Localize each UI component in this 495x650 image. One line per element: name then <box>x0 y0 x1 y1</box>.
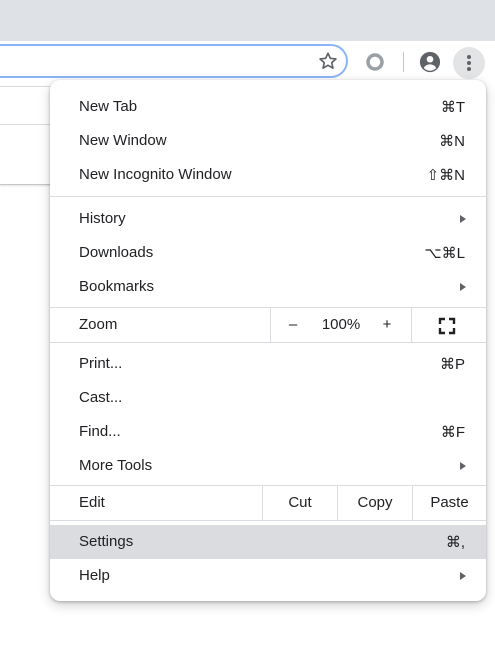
menu-item-label: New Tab <box>79 98 138 115</box>
zoom-in-button[interactable]: + <box>379 316 395 333</box>
zoom-label: Zoom <box>79 316 118 333</box>
page-content-background <box>0 86 52 185</box>
menu-item-print[interactable]: Print... ⌘P <box>50 347 486 381</box>
chrome-app-menu: New Tab ⌘T New Window ⌘N New Incognito W… <box>50 80 486 601</box>
submenu-arrow-icon <box>460 462 466 470</box>
menu-divider <box>50 342 486 343</box>
copy-button[interactable]: Copy <box>338 494 412 511</box>
menu-item-label: Settings <box>79 533 134 550</box>
menu-item-help[interactable]: Help <box>50 559 486 593</box>
menu-item-label: New Window <box>79 132 167 149</box>
menu-item-more-tools[interactable]: More Tools <box>50 449 486 483</box>
title-bar <box>0 0 495 41</box>
menu-item-shortcut: ⌘F <box>440 424 465 441</box>
menu-divider <box>50 196 486 197</box>
menu-item-label: More Tools <box>79 457 153 474</box>
account-circle-icon[interactable] <box>419 51 441 73</box>
menu-item-new-window[interactable]: New Window ⌘N <box>50 124 486 158</box>
menu-item-bookmarks[interactable]: Bookmarks <box>50 270 486 304</box>
zoom-out-button[interactable]: – <box>286 316 300 333</box>
menu-item-shortcut: ⇧⌘N <box>426 167 465 184</box>
menu-item-new-tab[interactable]: New Tab ⌘T <box>50 90 486 124</box>
menu-item-label: History <box>79 210 126 227</box>
menu-item-shortcut: ⌘, <box>445 534 465 551</box>
star-outline-icon[interactable] <box>317 50 339 72</box>
toolbar-separator <box>403 52 404 72</box>
menu-item-shortcut: ⌘T <box>440 99 465 116</box>
menu-item-shortcut: ⌘P <box>439 356 465 373</box>
menu-divider <box>50 520 486 521</box>
menu-item-label: Downloads <box>79 244 154 261</box>
chrome-menu-button[interactable] <box>453 47 485 79</box>
menu-item-label: Help <box>79 567 110 584</box>
menu-item-settings[interactable]: Settings ⌘, <box>50 525 486 559</box>
zoom-divider <box>270 308 271 342</box>
fullscreen-icon[interactable] <box>438 317 456 335</box>
circle-extension-icon[interactable] <box>365 52 385 72</box>
zoom-row: Zoom – 100% + <box>50 308 486 342</box>
submenu-arrow-icon <box>460 572 466 580</box>
menu-item-shortcut: ⌘N <box>439 133 465 150</box>
zoom-divider <box>411 308 412 342</box>
menu-item-history[interactable]: History <box>50 202 486 236</box>
menu-item-downloads[interactable]: Downloads ⌥⌘L <box>50 236 486 270</box>
paste-button[interactable]: Paste <box>413 494 486 511</box>
submenu-arrow-icon <box>460 283 466 291</box>
menu-item-label: Print... <box>79 355 123 372</box>
cut-button[interactable]: Cut <box>263 494 337 511</box>
menu-item-new-incognito-window[interactable]: New Incognito Window ⇧⌘N <box>50 158 486 192</box>
edit-label: Edit <box>79 494 105 511</box>
menu-item-label: Find... <box>79 423 121 440</box>
address-bar[interactable] <box>0 44 348 78</box>
menu-item-shortcut: ⌥⌘L <box>424 245 465 262</box>
menu-item-label: Cast... <box>79 389 123 406</box>
submenu-arrow-icon <box>460 215 466 223</box>
menu-item-label: New Incognito Window <box>79 166 232 183</box>
edit-row: Edit Cut Copy Paste <box>50 486 486 520</box>
zoom-level: 100% <box>321 316 361 333</box>
menu-item-label: Bookmarks <box>79 278 155 295</box>
menu-item-cast[interactable]: Cast... <box>50 381 486 415</box>
menu-item-find[interactable]: Find... ⌘F <box>50 415 486 449</box>
